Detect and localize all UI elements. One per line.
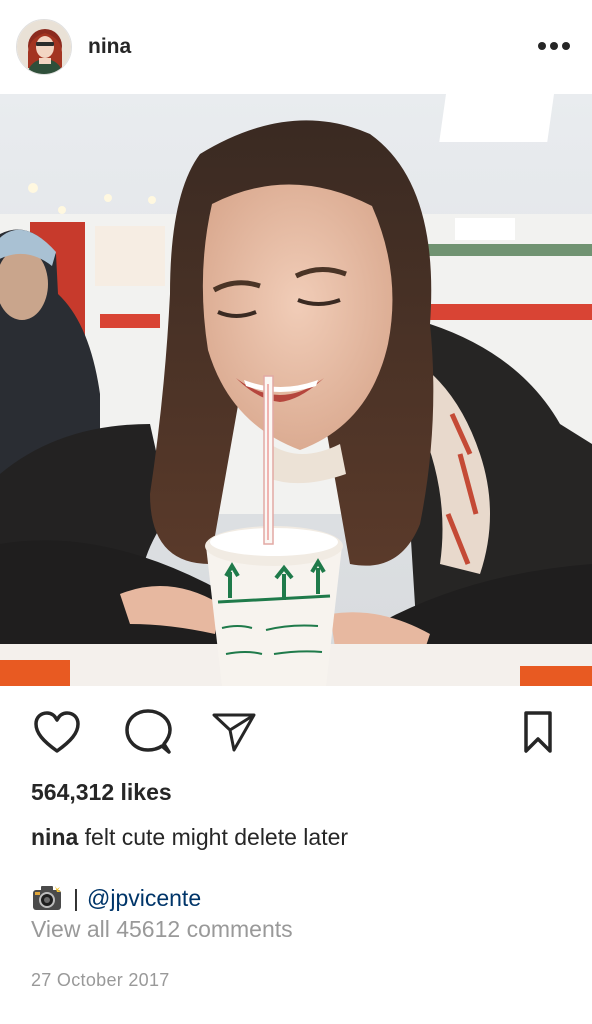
more-options-icon[interactable] <box>536 34 572 58</box>
caption-username[interactable]: nina <box>31 824 78 850</box>
photo-illustration <box>0 94 592 686</box>
post-photo[interactable] <box>0 94 592 686</box>
caption: nina felt cute might delete later <box>31 824 348 851</box>
photo-credit: | @jpvicente <box>31 884 201 912</box>
username[interactable]: nina <box>88 35 131 59</box>
credit-separator: | <box>73 884 79 911</box>
bookmark-icon[interactable] <box>514 708 562 756</box>
avatar-illustration <box>17 20 71 74</box>
paper-plane-icon[interactable] <box>210 708 258 756</box>
caption-text: felt cute might delete later <box>78 824 349 850</box>
view-all-comments-link[interactable]: View all 45612 comments <box>31 916 293 943</box>
avatar[interactable] <box>16 19 72 75</box>
comment-bubble-icon[interactable] <box>124 708 172 756</box>
likes-count[interactable]: 564,312 likes <box>31 779 172 806</box>
camera-icon <box>31 884 63 912</box>
post-header: nina <box>0 0 592 94</box>
credit-mention-link[interactable]: @jpvicente <box>87 885 201 912</box>
heart-icon[interactable] <box>33 708 81 756</box>
action-bar <box>0 686 592 778</box>
post-date: 27 October 2017 <box>31 970 170 990</box>
